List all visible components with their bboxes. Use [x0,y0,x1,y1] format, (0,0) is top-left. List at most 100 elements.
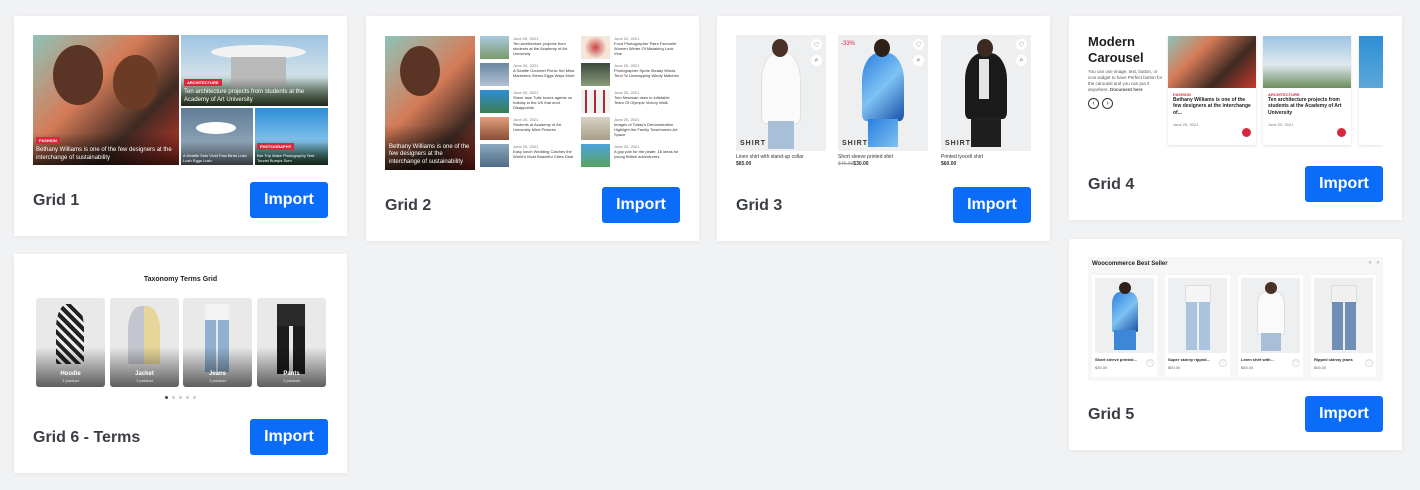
heart-icon[interactable]: ♡ [1016,39,1027,50]
heart-icon[interactable]: ♡ [1146,359,1154,367]
list-item: June 20, 2021 Students at Academy of Art … [480,117,578,144]
list-item: June 20, 2021 Ten architecture projects f… [480,36,578,63]
discount-badge: -33% [841,41,856,47]
grid1-item-title: Ten architecture projects from students … [184,89,305,103]
product-name: Linen shirt with stand-up collar [736,154,804,160]
product-name: Printed lyocell shirt [941,154,983,160]
slide-title: Bethany Williams is one of the few desig… [1173,97,1251,116]
grid1-label: Grid 1 [33,192,80,209]
term-name: Hoodie [60,371,81,377]
grid6-import-button[interactable]: Import [250,419,328,455]
pagination-dot[interactable] [179,396,182,399]
grid2-main-item: Bethany Williams is one of the few desig… [385,36,475,170]
item-title: Easy lunch Wedding Catches the World's M… [513,149,574,159]
term-card[interactable]: Jeans 1 product [183,298,252,387]
carousel-prev-icon[interactable]: ‹ [1088,97,1099,109]
product-price: $65.00 [1241,365,1254,370]
product-overlay: SHIRT [740,140,766,147]
pagination-dot[interactable] [186,396,189,399]
product-card: ♡ ⌕ SHIRT Linen shirt with stand-up coll… [736,35,826,175]
carousel-title: Modern Carousel [1088,34,1144,65]
carousel-desc-link[interactable]: Document here [1110,87,1143,92]
item-title: Students at Academy of Art University Mi… [513,122,562,132]
grid1-item-bottom-right: PHOTOGRAPHY Bar Trip Make Photography Te… [255,108,328,165]
term-count: 1 product [136,378,153,383]
product-price: $50.00 [1168,365,1181,370]
product-price: $30.00 [1095,365,1108,370]
grid3-import-button[interactable]: Import [953,187,1031,223]
product-card: ♡ ⌕ SHIRT Printed lyocell shirt $60.00 [941,35,1031,175]
item-title: Ten architecture projects from students … [513,41,568,56]
grid2-label: Grid 2 [385,197,432,214]
pagination-dot[interactable] [172,396,175,399]
grid3-preview: ♡ ⌕ SHIRT Linen shirt with stand-up coll… [736,35,1031,175]
grid5-import-button[interactable]: Import [1305,396,1383,432]
pagination-dot[interactable] [193,396,196,399]
grid5-next-icon[interactable]: › [1377,260,1379,266]
product-name: Short sleeve printed... [1095,357,1137,362]
grid4-import-button[interactable]: Import [1305,166,1383,202]
product-card: Super skinny ripped... $50.00 ♡ [1165,275,1230,377]
grid1-item-top-right: ARCHITECTURE Ten architecture projects f… [181,35,328,106]
item-title: Sheer lace Tulle lovers agents on holida… [513,95,573,110]
template-card-grid2: Bethany Williams is one of the few desig… [366,16,699,241]
slide-date: June 20, 2021 [1173,121,1199,127]
heart-icon[interactable]: ♡ [1292,359,1300,367]
grid2-preview: Bethany Williams is one of the few desig… [385,36,680,171]
heart-icon[interactable]: ♡ [1219,359,1227,367]
term-card[interactable]: Jacket 1 product [110,298,179,387]
list-item: June 20, 2021 Sheer lace Tulle lovers age… [480,90,578,117]
template-card-grid1: FASHION Bethany Williams is one of the f… [14,16,347,236]
product-name: Linen shirt with... [1241,357,1274,362]
product-price: $55.00 [1314,365,1327,370]
heart-icon[interactable]: ♡ [811,39,822,50]
list-item: June 20, 2021 A Seattle Gourmet Picnic Se… [480,63,578,90]
product-price: $65.00 [736,161,752,167]
list-item: June 20, 2021 Images of Today's Demonstra… [581,117,680,144]
template-card-grid6: Taxonomy Terms Grid Hoodie 1 product Jac… [14,254,347,473]
grid5-preview: Woocommerce Best Seller ‹ › Short sleeve… [1088,257,1383,381]
grid4-preview: Modern Carousel You can use image, text,… [1088,34,1383,164]
grid6-title: Taxonomy Terms Grid [143,276,218,283]
template-card-grid3: ♡ ⌕ SHIRT Linen shirt with stand-up coll… [717,16,1050,241]
term-card[interactable]: Pants 1 product [257,298,326,387]
grid2-import-button[interactable]: Import [602,187,680,223]
heart-icon[interactable]: ♡ [1365,359,1373,367]
product-image: ♡ ⌕ SHIRT [736,35,826,151]
grid1-item-title: A Seattle Sets Vivid Fast Birds Lush Lus… [183,153,247,163]
grid5-prev-icon[interactable]: ‹ [1369,260,1371,266]
term-count: 1 product [283,378,300,383]
grid6-preview: Taxonomy Terms Grid Hoodie 1 product Jac… [33,272,328,407]
list-item: June 20, 2021 Food Photographer Pairs Fav… [581,36,680,63]
grid3-label: Grid 3 [736,197,783,214]
term-count: 1 product [62,378,79,383]
search-icon[interactable]: ⌕ [1016,55,1027,66]
list-item: June 20, 2021 Tom Newman uses to inflatab… [581,90,680,117]
product-card: Ripped skinny jeans $55.00 ♡ [1311,275,1376,377]
search-icon[interactable]: ⌕ [913,55,924,66]
grid1-item-title: Bar Trip Make Photography Tent Tourist B… [257,153,315,163]
grid1-import-button[interactable]: Import [250,182,328,218]
template-card-grid5: Woocommerce Best Seller ‹ › Short sleeve… [1069,239,1402,450]
product-image: ♡ ⌕ SHIRT [941,35,1031,151]
grid2-list-right: June 20, 2021 Food Photographer Pairs Fav… [581,36,680,171]
grid4-label: Grid 4 [1088,176,1135,193]
grid1-item-large: FASHION Bethany Williams is one of the f… [33,35,179,165]
item-title: Tom Newman uses to inflatable Team Of Ol… [614,95,670,105]
heart-icon[interactable]: ♡ [913,39,924,50]
grid5-title: Woocommerce Best Seller [1092,261,1168,267]
product-old-price: $45.00 [838,161,854,167]
grid1-item-bottom-mid: A Seattle Sets Vivid Fast Birds Lush Lus… [181,108,253,165]
product-overlay: SHIRT [842,140,868,147]
carousel-slide: FASHION Bethany Williams is one of the f… [1168,36,1256,145]
term-count: 1 product [209,378,226,383]
search-icon[interactable]: ⌕ [811,55,822,66]
carousel-next-icon[interactable]: › [1102,97,1113,109]
carousel-slide: ARCHITECTURE Ten architecture projects f… [1263,36,1351,145]
grid1-tag: ARCHITECTURE [184,79,222,86]
item-title: A Seattle Gourmet Picnic Set Mind Market… [513,68,575,78]
pagination-dot-active[interactable] [165,396,168,399]
grid2-main-title: Bethany Williams is one of the few desig… [389,143,470,165]
grid1-preview: FASHION Bethany Williams is one of the f… [33,35,328,165]
term-card[interactable]: Hoodie 1 product [36,298,105,387]
